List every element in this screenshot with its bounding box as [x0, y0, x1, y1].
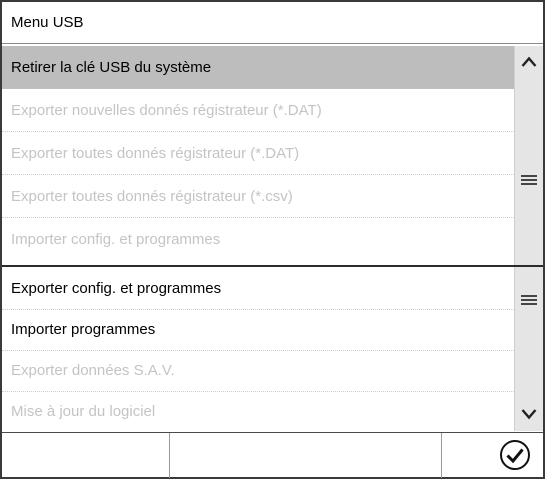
page-divider	[2, 265, 543, 267]
chevron-down-icon[interactable]	[514, 404, 543, 424]
menu-lines-icon[interactable]	[514, 170, 543, 190]
menu-item-label: Importer config. et programmes	[11, 231, 221, 248]
menu-item-label: Mise à jour du logiciel	[11, 403, 156, 420]
menu-item-label: Exporter toutes donnés régistrateur (*.c…	[11, 187, 293, 205]
menu-item-import-config-programs[interactable]: Importer config. et programmes	[2, 218, 514, 261]
scrollbar-page-1[interactable]	[514, 46, 543, 266]
footer-bar	[2, 432, 543, 478]
menu-item-label: Exporter données S.A.V.	[11, 361, 175, 379]
menu-item-label: Exporter toutes donnés régistrateur (*.D…	[11, 144, 300, 162]
menu-lines-icon[interactable]	[514, 290, 543, 310]
page-title-text: Menu USB	[11, 14, 84, 31]
footer-button-2[interactable]	[170, 433, 442, 478]
menu-item-label: Importer programmes	[11, 320, 156, 338]
menu-item-export-service-data[interactable]: Exporter données S.A.V.	[2, 349, 514, 392]
check-circle-icon[interactable]	[495, 437, 535, 473]
menu-item-export-all-logger-dat[interactable]: Exporter toutes donnés régistrateur (*.D…	[2, 132, 514, 175]
menu-item-label: Exporter config. et programmes	[11, 279, 222, 297]
usb-menu-list: Retirer la clé USB du système Exporter n…	[2, 46, 514, 432]
menu-item-export-all-logger-csv[interactable]: Exporter toutes donnés régistrateur (*.c…	[2, 175, 514, 218]
menu-item-software-update[interactable]: Mise à jour du logiciel	[2, 390, 514, 433]
menu-item-label: Retirer la clé USB du système	[11, 58, 212, 76]
chevron-up-icon[interactable]	[514, 52, 543, 72]
menu-item-export-config-programs[interactable]: Exporter config. et programmes	[2, 267, 514, 310]
menu-item-import-programs[interactable]: Importer programmes	[2, 308, 514, 351]
page-title: Menu USB	[2, 2, 543, 44]
footer-button-1[interactable]	[2, 433, 170, 478]
menu-item-export-new-logger-dat[interactable]: Exporter nouvelles donnés régistrateur (…	[2, 89, 514, 132]
menu-item-label: Exporter nouvelles donnés régistrateur (…	[11, 101, 322, 119]
menu-item-remove-usb[interactable]: Retirer la clé USB du système	[2, 46, 514, 89]
